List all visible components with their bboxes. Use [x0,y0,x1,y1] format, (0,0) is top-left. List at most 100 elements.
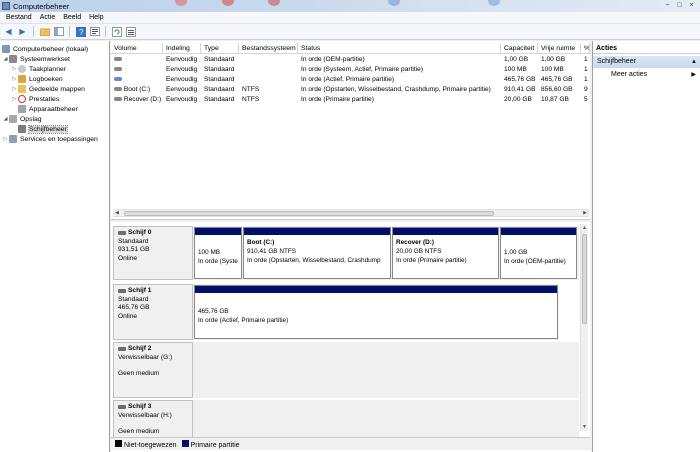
disk-0-label[interactable]: Schijf 0 Standaard 931,51 GB Online [113,226,193,280]
table-row[interactable]: Eenvoudig Standaard In orde (OEM-partiti… [111,55,590,65]
pane-splitter[interactable] [111,219,590,222]
column-volume[interactable]: Volume [111,43,163,53]
table-cell: 465,76 GB [504,76,536,83]
scroll-left-icon[interactable]: ◀ [115,210,119,216]
table-row[interactable]: Recover (D:) Eenvoudig Standaard NTFS In… [111,95,590,105]
column-percent-free[interactable]: % [581,43,590,53]
expand-icon[interactable]: ▷ [11,96,18,102]
table-row[interactable]: Eenvoudig Standaard In orde (Actief, Pri… [111,75,590,85]
column-filesystem[interactable]: Bestandssysteem [239,43,298,53]
table-cell: In orde (Actief, Primaire partitie) [301,76,395,83]
legend-swatch [181,439,189,447]
table-cell: In orde (Systeem, Actief, Primaire parti… [301,66,424,73]
refresh-icon[interactable] [111,26,122,37]
expand-icon[interactable]: ▷ [11,76,18,82]
scrollbar-thumb[interactable] [582,234,587,324]
partition-bar [244,228,390,235]
column-capacity[interactable]: Capaciteit [501,43,538,53]
collapse-up-icon[interactable]: ▲ [691,56,697,68]
table-cell: Eenvoudig [166,76,198,83]
actions-pane: Acties Schijfbeheer ▲ Meer acties ▶ [592,41,700,452]
forward-arrow-icon[interactable]: ▶ [17,26,28,37]
tree-item-system-tools[interactable]: ◢ Systeemwerkset [2,54,70,64]
tree-item-shared-folders[interactable]: ▷ Gedeelde mappen [11,84,85,94]
show-hide-tree-icon[interactable] [53,26,64,37]
toolbar-separator [33,26,34,37]
tree-item-root[interactable]: Computerbeheer (lokaal) [2,44,88,54]
help-icon[interactable]: ? [75,26,86,37]
legend: Niet-toegewezen Primaire partitie [111,437,590,450]
tree-item-device-manager[interactable]: Apparaatbeheer [18,104,78,114]
column-status[interactable]: Status [298,43,501,53]
submenu-arrow-icon[interactable]: ▶ [691,71,696,78]
menu-bestand[interactable]: Bestand [2,14,36,21]
expand-icon[interactable]: ▷ [11,66,18,72]
back-arrow-icon[interactable]: ◀ [3,26,14,37]
volume-icon [114,57,122,61]
maximize-icon[interactable]: □ [675,1,684,10]
table-cell: 1 [584,66,588,73]
device-manager-icon [18,105,26,113]
table-row[interactable]: Boot (C:) Eenvoudig Standaard NTFS In or… [111,85,590,95]
table-cell: Eenvoudig [166,66,198,73]
close-icon[interactable]: × [687,1,696,10]
legend-item-unallocated: Niet-toegewezen [115,439,177,449]
desktop-decoration [175,0,187,6]
tree-item-services[interactable]: ▷ Services en toepassingen [2,134,98,144]
properties-icon[interactable] [89,26,100,37]
table-cell: In orde (Opstarten, Wisselbestand, Crash… [301,86,491,93]
more-actions-link[interactable]: Meer acties [611,71,647,78]
column-free-space[interactable]: Vrije ruimte [538,43,581,53]
legend-item-primary: Primaire partitie [181,439,240,449]
tree-item-storage[interactable]: ◢ Opslag [2,114,42,124]
tree-item-disk-management[interactable]: Schijfbeheer [18,124,68,134]
volume-icon [114,77,122,81]
tree-item-event-viewer[interactable]: ▷ Logboeken [11,74,63,84]
toolbar-separator [69,26,70,37]
partition-boot-c[interactable]: Boot (C:) 910,41 GB NTFS In orde (Opstar… [243,227,391,279]
disk-1-label[interactable]: Schijf 1 Standaard 465,76 GB Online [113,284,193,340]
scroll-right-icon[interactable]: ▶ [583,210,587,216]
disk-3-label[interactable]: Schijf 3 Verwisselbaar (H:) Geen medium [113,400,193,438]
table-row[interactable]: Eenvoudig Standaard In orde (Systeem, Ac… [111,65,590,75]
minimize-icon[interactable]: − [663,1,672,10]
tree-item-performance[interactable]: ▷ Prestaties [11,94,59,104]
table-cell: Standaard [204,86,235,93]
title-bar: Computerbeheer − □ × [0,0,700,12]
tree-item-task-scheduler[interactable]: ▷ Taakplanner [11,64,66,74]
table-cell: NTFS [242,96,260,103]
collapse-icon[interactable]: ◢ [2,56,9,62]
menu-actie[interactable]: Actie [36,14,60,21]
vertical-scrollbar[interactable]: ▲ ▼ [580,224,588,431]
scrollbar-thumb[interactable] [124,211,494,216]
scroll-down-icon[interactable]: ▼ [582,424,587,430]
partition-oem[interactable]: 1,00 GB In orde (OEM-partitie) [500,227,577,279]
toolbar-separator [105,26,106,37]
menu-help[interactable]: Help [85,14,107,21]
clock-icon [18,65,26,73]
expand-icon[interactable]: ▷ [2,136,9,142]
partition-recover-d[interactable]: Recover (D:) 20,00 GB NTFS In orde (Prim… [392,227,499,279]
volume-cell [111,65,163,75]
desktop-decoration [268,0,280,6]
desktop-decoration [388,0,400,6]
volume-cell [111,55,163,65]
partition-system-reserved[interactable]: 100 MB In orde (Syste [194,227,242,279]
disk-2-label[interactable]: Schijf 2 Verwisselbaar (G:) Geen medium [113,342,193,398]
horizontal-scrollbar[interactable]: ◀ ▶ [113,209,589,217]
scroll-up-icon[interactable]: ▲ [582,225,587,231]
column-type[interactable]: Type [201,43,239,53]
legend-swatch [115,439,122,447]
export-list-icon[interactable] [125,26,136,37]
column-layout[interactable]: Indeling [163,43,201,53]
disk-2-empty [193,342,579,398]
collapse-icon[interactable]: ◢ [2,116,9,122]
menu-beeld[interactable]: Beeld [59,14,85,21]
expand-icon[interactable]: ▷ [11,86,18,92]
actions-section-disk-management[interactable]: Schijfbeheer ▲ [593,56,700,68]
tools-icon [9,55,17,63]
volume-cell: Recover (D:) [111,95,163,105]
partition-disk-1[interactable]: 465,76 GB In orde (Actief, Primaire part… [194,285,558,339]
up-folder-icon[interactable] [39,26,50,37]
